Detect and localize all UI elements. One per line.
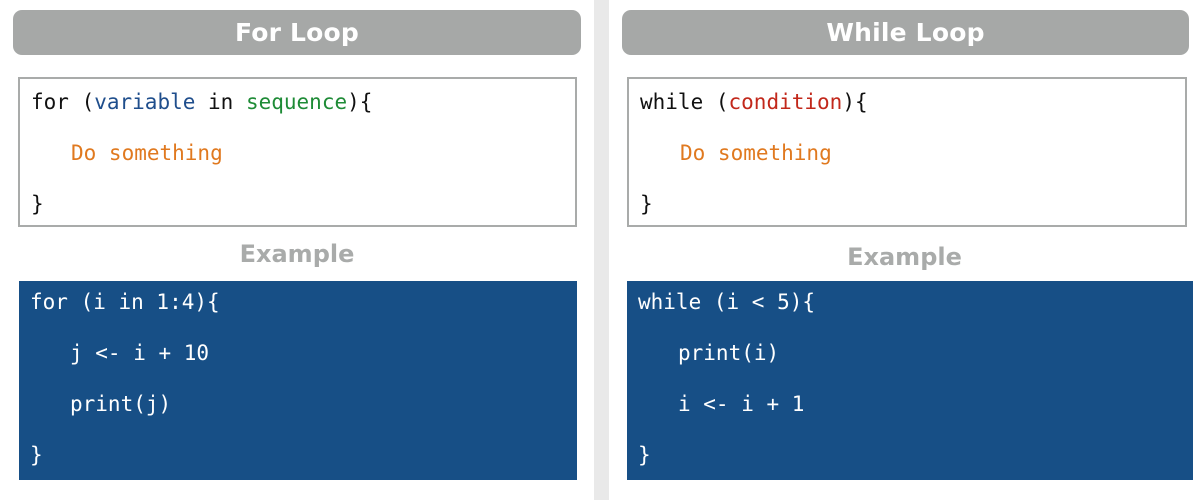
while-syntax-body: Do something	[680, 141, 832, 165]
while-condition: condition	[728, 90, 843, 114]
for-close-brace: ){	[347, 90, 373, 114]
while-keyword: while	[640, 90, 704, 114]
while-syntax-end: }	[640, 192, 653, 216]
while-example-code-box: while (i < 5){ print(i) i <- i + 1 }	[627, 281, 1193, 480]
for-example-code-box: for (i in 1:4){ j <- i + 10 print(j) }	[19, 281, 577, 480]
for-syntax-line-1: for (variable in sequence){	[31, 89, 372, 115]
for-loop-syntax-box: for (variable in sequence){ Do something…	[18, 77, 577, 227]
for-syntax-body: Do something	[71, 141, 223, 165]
while-example-label: Example	[847, 243, 962, 271]
for-example-line: }	[30, 443, 43, 467]
for-loop-panel: For Loop for (variable in sequence){ Do …	[0, 0, 594, 500]
while-example-line: while (i < 5){	[638, 290, 816, 314]
while-example-line: }	[638, 443, 651, 467]
while-example-line: i <- i + 1	[678, 392, 805, 416]
while-example-line: print(i)	[678, 341, 780, 365]
for-keyword: for	[31, 90, 69, 114]
for-variable: variable	[94, 90, 196, 114]
for-loop-title: For Loop	[13, 10, 581, 55]
for-example-line: print(j)	[70, 392, 172, 416]
while-loop-syntax-box: while (condition){ Do something }	[627, 77, 1187, 227]
while-close-brace: ){	[842, 90, 868, 114]
while-loop-title: While Loop	[622, 10, 1189, 55]
for-open-paren: (	[68, 90, 95, 114]
while-loop-panel: While Loop while (condition){ Do somethi…	[609, 0, 1200, 500]
for-example-label: Example	[239, 240, 355, 268]
for-syntax-end: }	[31, 192, 44, 216]
while-open-paren: (	[703, 90, 729, 114]
while-syntax-line-1: while (condition){	[640, 89, 868, 115]
for-sequence: sequence	[245, 90, 348, 114]
for-in-keyword: in	[195, 90, 246, 114]
for-example-line: for (i in 1:4){	[30, 290, 220, 314]
for-example-line: j <- i + 10	[70, 341, 210, 365]
